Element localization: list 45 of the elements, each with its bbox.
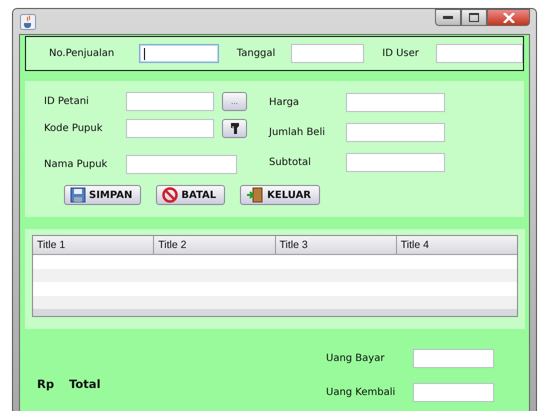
column-header[interactable]: Title 2 — [154, 236, 276, 254]
total-label: Total — [69, 377, 101, 391]
input-field[interactable] — [291, 44, 364, 63]
input-field[interactable] — [413, 348, 494, 368]
input-field[interactable] — [346, 152, 445, 172]
field-label: No.Penjualan — [49, 48, 116, 59]
column-header[interactable]: Title 3 — [276, 236, 397, 254]
action-button[interactable]: BATAL — [156, 185, 226, 205]
table-row[interactable] — [33, 268, 517, 282]
maximize-button[interactable] — [461, 9, 487, 26]
field-label: ID Petani — [44, 96, 90, 107]
field-label: Jumlah Beli — [269, 126, 326, 138]
input-field[interactable] — [346, 92, 445, 112]
field-label: Uang Kembali — [326, 386, 396, 398]
field-label: ID User — [382, 48, 419, 59]
input-field[interactable] — [413, 382, 494, 402]
no-entry-icon — [162, 187, 178, 203]
browse-button[interactable]: ... — [222, 92, 247, 111]
input-field[interactable] — [436, 44, 523, 63]
close-icon — [502, 12, 514, 22]
input-field[interactable] — [139, 44, 219, 63]
field-label: Uang Bayar — [326, 352, 386, 364]
field-label: Nama Pupuk — [44, 158, 108, 170]
maximize-icon — [469, 13, 479, 22]
field-label: Subtotal — [269, 156, 312, 168]
tool-icon — [230, 122, 240, 135]
table-row[interactable] — [33, 296, 517, 309]
input-field[interactable] — [346, 122, 445, 142]
column-header[interactable]: Title 4 — [396, 236, 517, 254]
input-field[interactable] — [126, 92, 214, 111]
minimize-icon — [443, 16, 453, 20]
field-label: Tanggal — [236, 48, 276, 59]
input-field[interactable] — [126, 154, 237, 174]
search-button[interactable] — [222, 119, 247, 138]
currency-label: Rp — [37, 377, 54, 391]
field-label: Kode Pupuk — [44, 123, 104, 134]
action-button[interactable]: KELUAR — [240, 185, 320, 205]
input-field[interactable] — [126, 119, 214, 138]
door-exit-icon — [246, 187, 264, 203]
java-cup-icon — [20, 14, 36, 30]
action-button[interactable]: SIMPAN — [64, 185, 142, 205]
minimize-button[interactable] — [435, 9, 461, 26]
close-button[interactable] — [487, 9, 530, 26]
column-header[interactable]: Title 1 — [33, 236, 154, 254]
field-label: Harga — [269, 96, 300, 108]
